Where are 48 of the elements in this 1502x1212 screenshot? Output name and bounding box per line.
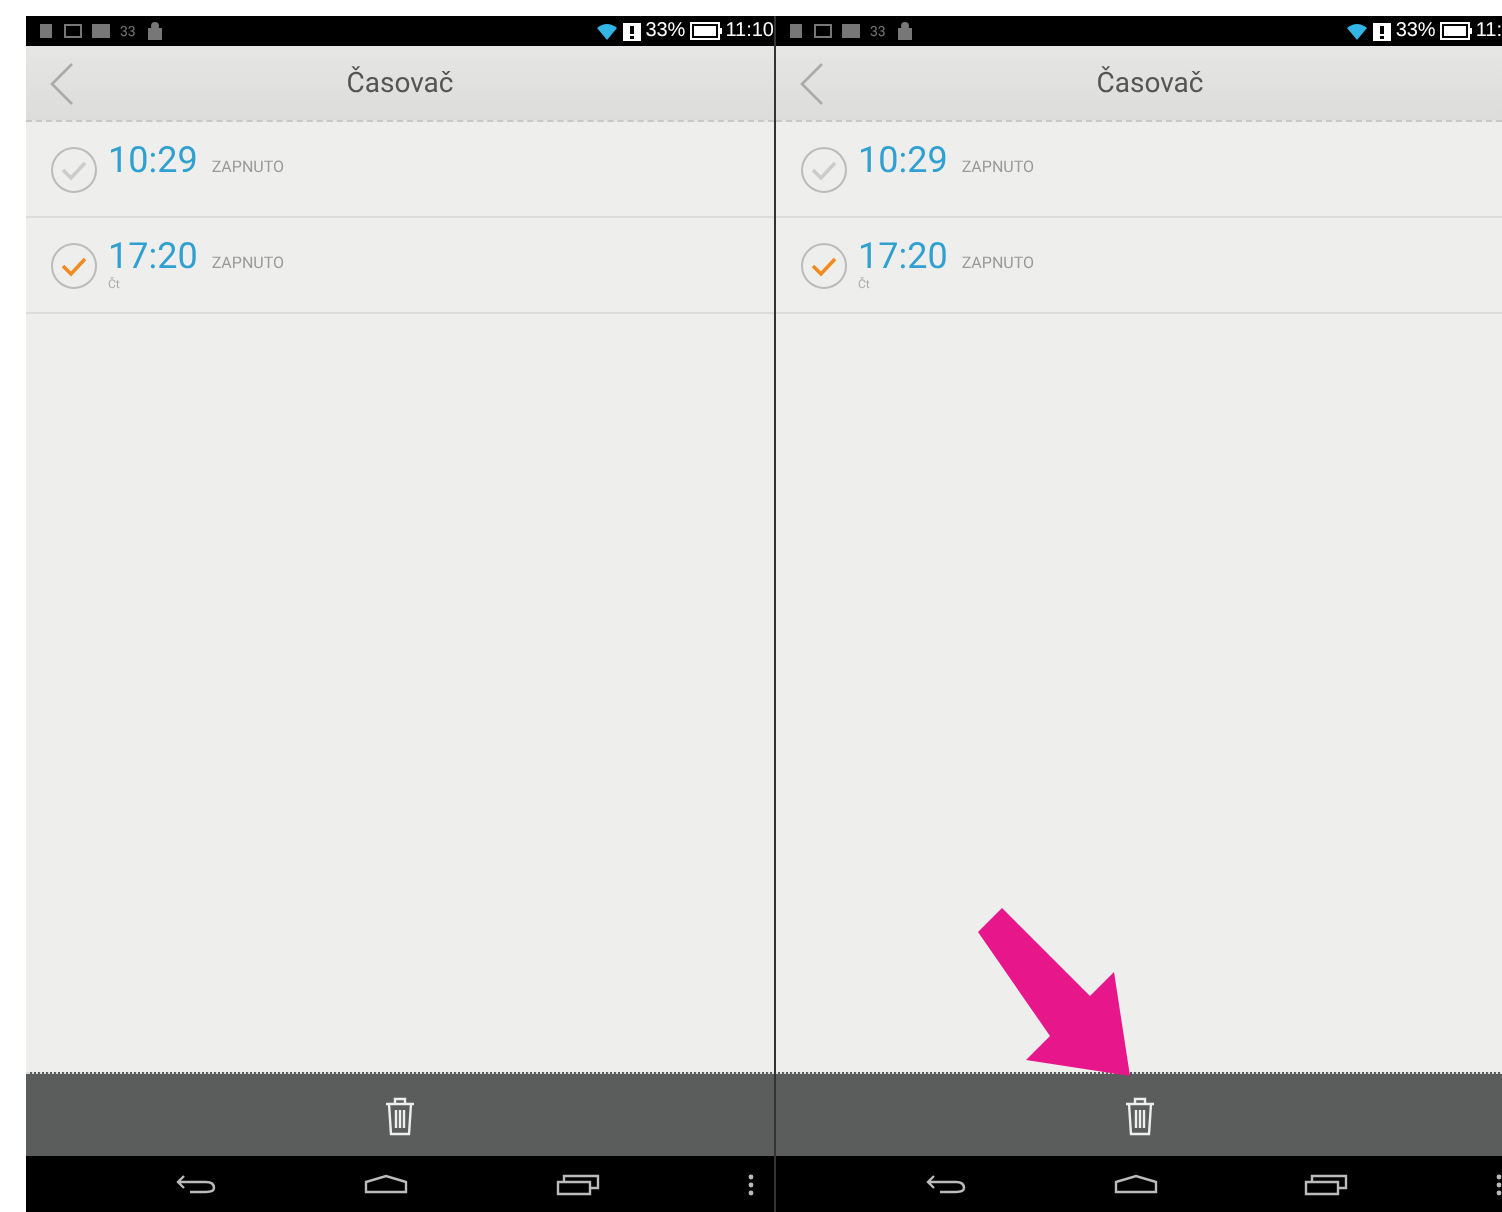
battery-percent: 33% [645, 20, 686, 42]
back-arrow-icon [176, 1174, 216, 1194]
alarm-time: 17:20 [108, 236, 198, 278]
alarm-time: 10:29 [108, 140, 198, 182]
alert-icon [1371, 21, 1392, 41]
home-nav-button[interactable] [364, 1174, 408, 1194]
battery-icon [1439, 22, 1472, 40]
trash-icon [384, 1095, 416, 1135]
trash-icon [1123, 1095, 1155, 1135]
chevron-left-icon [50, 61, 74, 105]
wifi-icon [1345, 22, 1368, 40]
back-arrow-icon [926, 1174, 966, 1194]
alarm-state: ZAPNUTO [961, 158, 1034, 176]
recents-nav-button[interactable] [556, 1173, 600, 1195]
menu-button[interactable] [748, 1173, 754, 1195]
back-nav-button[interactable] [926, 1174, 966, 1194]
check-circle-icon[interactable] [50, 146, 98, 194]
battery-percent: 33% [1395, 20, 1436, 42]
menu-icon [1495, 1173, 1502, 1195]
home-nav-button[interactable] [1113, 1174, 1158, 1194]
clock-time: 11:10 [725, 20, 774, 42]
image-icon [814, 24, 832, 38]
recents-nav-button[interactable] [1304, 1173, 1349, 1195]
battery-icon [689, 22, 722, 40]
menu-icon [748, 1173, 754, 1195]
alarm-time: 10:29 [858, 140, 948, 182]
alert-icon [621, 21, 642, 41]
recents-icon [556, 1173, 600, 1195]
alarm-state: ZAPNUTO [961, 254, 1034, 272]
alarm-state: ZAPNUTO [211, 158, 284, 176]
back-nav-button[interactable] [176, 1174, 216, 1194]
check-circle-icon[interactable] [800, 146, 848, 194]
image-icon [64, 24, 82, 38]
alarm-state: ZAPNUTO [211, 254, 284, 272]
menu-button[interactable] [1495, 1173, 1502, 1195]
check-circle-icon[interactable] [800, 242, 848, 290]
recents-icon [1304, 1173, 1349, 1195]
alarm-row[interactable]: 10:29 ZAPNUTO [26, 122, 774, 218]
alarm-row[interactable]: 10:29 ZAPNUTO [776, 122, 1502, 218]
home-icon [1113, 1174, 1158, 1194]
home-icon [364, 1174, 408, 1194]
screen-title: Časovač [344, 67, 456, 99]
chevron-left-icon [800, 61, 824, 105]
clock-time: 11: [1475, 20, 1502, 42]
check-circle-icon[interactable] [50, 242, 98, 290]
alarm-time: 17:20 [858, 236, 948, 278]
wifi-icon [595, 22, 618, 40]
screen-title: Časovač [1094, 67, 1206, 99]
